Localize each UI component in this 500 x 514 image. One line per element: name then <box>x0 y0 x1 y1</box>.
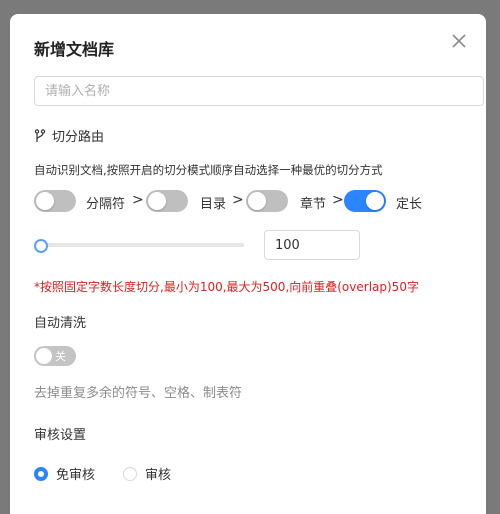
auto-clean-description: 去掉重复多余的符号、空格、制表符 <box>34 386 243 401</box>
mode-arrow: > <box>232 192 244 208</box>
switch-knob <box>248 192 266 210</box>
radio-dot <box>123 466 138 481</box>
auto-clean-label: 自动清洗 <box>34 316 87 331</box>
split-mode-row: 分隔符 > 目录 > 章节 > 定长 <box>34 190 474 212</box>
close-icon[interactable] <box>450 32 468 50</box>
fixed-length-mode-label: 定长 <box>396 197 423 212</box>
branch-icon <box>34 128 46 142</box>
toc-mode-switch[interactable] <box>146 190 188 212</box>
mode-arrow: > <box>132 192 144 208</box>
chapter-mode-label: 章节 <box>300 197 327 212</box>
switch-text: 关 <box>55 350 66 363</box>
chunk-size-note: *按照固定字数长度切分,最小为100,最大为500,向前重叠(overlap)5… <box>34 280 419 294</box>
switch-knob <box>366 192 384 210</box>
no-review-radio[interactable]: 免审核 <box>34 464 95 483</box>
review-settings-label: 审核设置 <box>34 428 87 443</box>
chunk-size-slider-handle[interactable] <box>34 239 48 253</box>
mode-arrow: > <box>332 192 344 208</box>
chunk-size-slider[interactable] <box>38 243 244 247</box>
name-input[interactable] <box>34 76 484 106</box>
route-header: 切分路由 <box>34 126 104 145</box>
switch-knob <box>148 192 166 210</box>
switch-knob <box>36 348 52 364</box>
fixed-length-mode-switch[interactable] <box>344 190 386 212</box>
review-radio[interactable]: 审核 <box>123 464 171 483</box>
separator-mode-switch[interactable] <box>34 190 76 212</box>
review-label: 审核 <box>145 468 172 483</box>
dialog-title: 新增文档库 <box>34 40 115 59</box>
radio-dot <box>34 466 48 481</box>
auto-clean-switch[interactable]: 关 <box>34 346 76 366</box>
route-label: 切分路由 <box>52 130 105 145</box>
chapter-mode-switch[interactable] <box>246 190 288 212</box>
switch-knob <box>36 192 54 210</box>
separator-mode-label: 分隔符 <box>86 197 126 212</box>
no-review-label: 免审核 <box>56 468 96 483</box>
route-description: 自动识别文档,按照开启的切分模式顺序自动选择一种最优的切分方式 <box>34 163 383 177</box>
new-doc-library-dialog: 新增文档库 切分路由 自动识别文档,按照开启的切分模式顺序自动选择一种最优的切分… <box>10 14 486 514</box>
review-radio-group: 免审核 审核 <box>34 464 199 483</box>
toc-mode-label: 目录 <box>200 197 227 212</box>
chunk-size-input[interactable] <box>264 230 360 260</box>
